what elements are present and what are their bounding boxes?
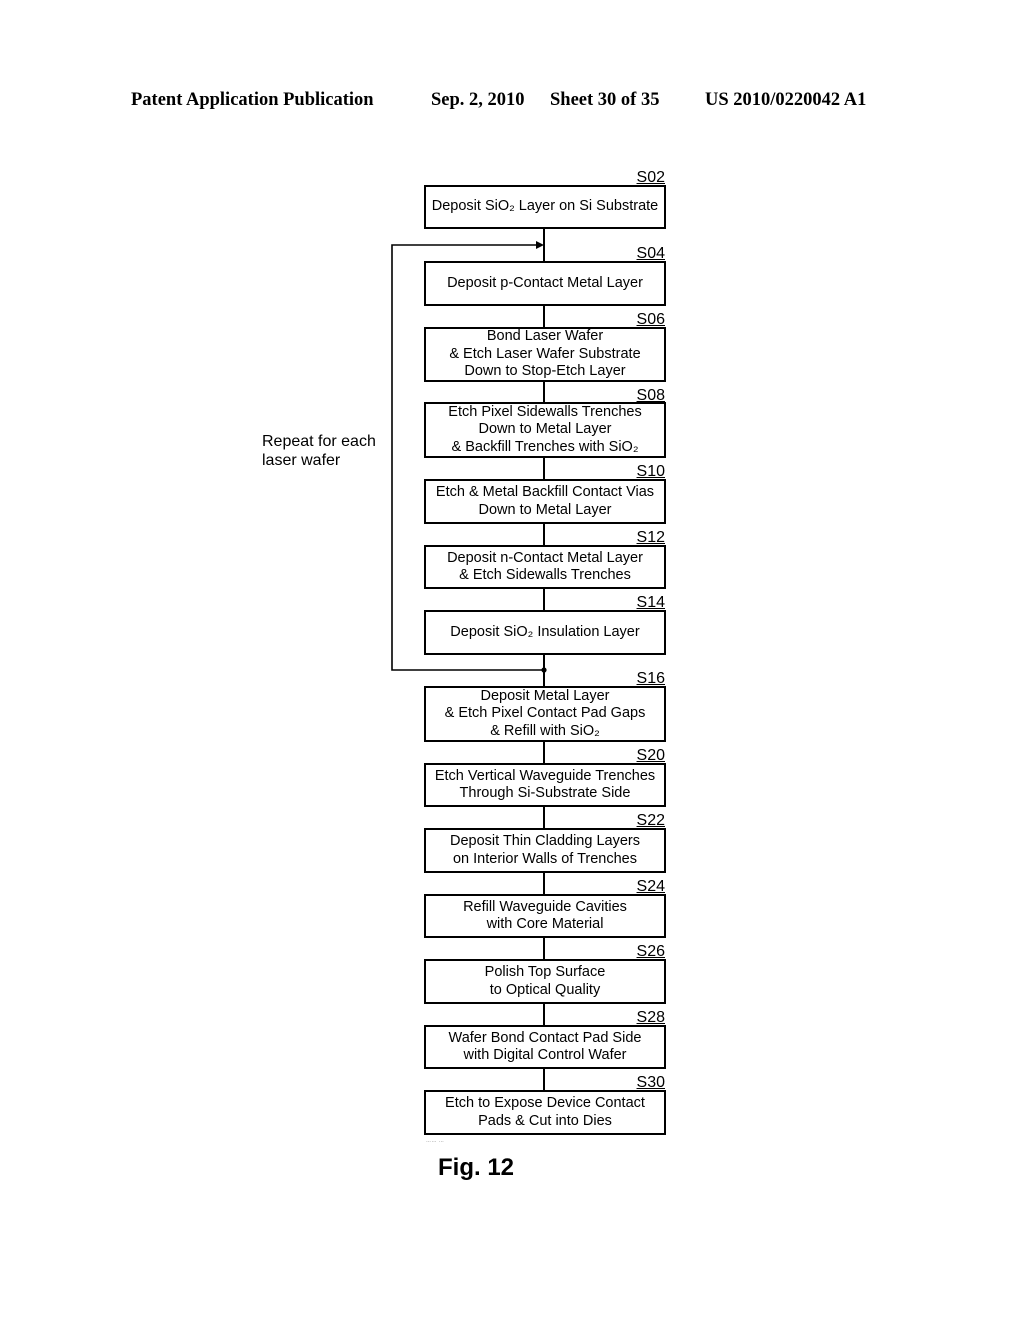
step-label-s28: S28 [636, 1009, 665, 1026]
step-text: Etch Pixel Sidewalls Trenches Down to Me… [448, 403, 642, 455]
step-text: Bond Laser Wafer & Etch Laser Wafer Subs… [449, 328, 641, 380]
step-label-s04: S04 [636, 245, 665, 262]
step-text: Deposit p-Contact Metal Layer [447, 274, 643, 291]
step-text: Wafer Bond Contact Pad Side with Digital… [448, 1029, 642, 1064]
step-text: Deposit Metal Layer & Etch Pixel Contact… [444, 687, 646, 739]
step-text: Etch Vertical Waveguide Trenches Through… [434, 767, 656, 802]
figure-label: Fig. 12 [438, 1154, 515, 1181]
step-box-s12: Deposit n-Contact Metal Layer & Etch Sid… [424, 545, 666, 589]
step-box-s30: Etch to Expose Device Contact Pads & Cut… [424, 1090, 666, 1135]
step-label-s30: S30 [636, 1074, 665, 1091]
step-box-s06: Bond Laser Wafer & Etch Laser Wafer Subs… [424, 327, 666, 382]
step-label-s12: S12 [636, 529, 665, 546]
step-label-s14: S14 [636, 594, 665, 611]
step-box-s22: Deposit Thin Cladding Layers on Interior… [424, 828, 666, 873]
step-box-s08: Etch Pixel Sidewalls Trenches Down to Me… [424, 402, 666, 458]
step-box-s26: Polish Top Surface to Optical Quality [424, 959, 666, 1004]
step-text: Refill Waveguide Cavities with Core Mate… [463, 898, 627, 933]
step-text: Polish Top Surface to Optical Quality [484, 964, 606, 998]
step-box-s04: Deposit p-Contact Metal Layer [424, 261, 666, 306]
step-text: Etch & Metal Backfill Contact Vias Down … [435, 484, 655, 518]
step-label-s16: S16 [636, 670, 665, 687]
loop-junction-dot [541, 667, 547, 673]
step-box-s02: Deposit SiO₂ Layer on Si Substrate [424, 185, 666, 229]
step-label-s22: S22 [636, 812, 665, 829]
step-label-s26: S26 [636, 943, 665, 960]
step-box-s14: Deposit SiO₂ Insulation Layer [424, 610, 666, 655]
footnote-mark: …… … [426, 1138, 445, 1144]
step-box-s28: Wafer Bond Contact Pad Side with Digital… [424, 1025, 666, 1069]
step-box-s10: Etch & Metal Backfill Contact Vias Down … [424, 479, 666, 524]
step-label-s24: S24 [636, 878, 665, 895]
step-label-s06: S06 [636, 311, 665, 328]
step-text: Deposit n-Contact Metal Layer & Etch Sid… [447, 549, 643, 584]
step-text: Etch to Expose Device Contact Pads & Cut… [445, 1095, 645, 1129]
repeat-annotation: Repeat for each laser wafer [262, 433, 376, 469]
step-box-s16: Deposit Metal Layer & Etch Pixel Contact… [424, 686, 666, 742]
step-label-s10: S10 [636, 463, 665, 480]
step-text: Deposit SiO₂ Layer on Si Substrate [431, 198, 659, 215]
step-text: Deposit SiO₂ Insulation Layer [450, 623, 640, 640]
step-box-s24: Refill Waveguide Cavities with Core Mate… [424, 894, 666, 938]
step-label-s02: S02 [636, 169, 665, 186]
step-text: Deposit Thin Cladding Layers on Interior… [450, 833, 640, 867]
step-box-s20: Etch Vertical Waveguide Trenches Through… [424, 763, 666, 807]
loop-arrowhead-icon [536, 241, 544, 249]
step-label-s20: S20 [636, 747, 665, 764]
